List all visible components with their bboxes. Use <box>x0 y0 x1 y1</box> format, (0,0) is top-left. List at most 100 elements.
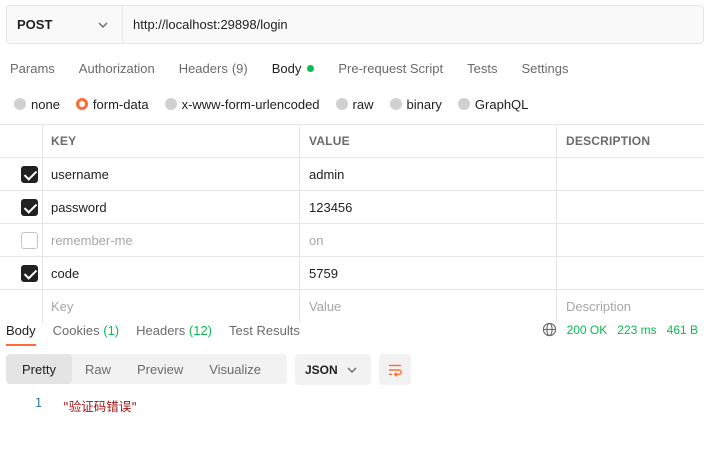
form-data-table: KEY VALUE DESCRIPTION username admin pas… <box>0 124 704 323</box>
tab-tests[interactable]: Tests <box>467 61 497 76</box>
radio-binary[interactable]: binary <box>389 96 442 112</box>
response-header: Body Cookies (1) Headers (12) Test Resul… <box>0 314 704 346</box>
view-mode-switcher: Pretty Raw Preview Visualize <box>6 354 287 384</box>
response-tabs: Body Cookies (1) Headers (12) Test Resul… <box>0 323 317 338</box>
radio-graphql-label: GraphQL <box>474 96 529 112</box>
response-tab-headers[interactable]: Headers (12) <box>136 323 212 338</box>
header-check-cell <box>0 125 43 157</box>
radio-selected-icon <box>75 98 88 110</box>
response-tab-body[interactable]: Body <box>6 323 36 338</box>
key-cell[interactable]: password <box>43 191 300 223</box>
radio-icon <box>164 98 177 110</box>
response-tab-cookies[interactable]: Cookies (1) <box>53 323 119 338</box>
wrap-lines-button[interactable] <box>379 354 411 385</box>
column-header-key: KEY <box>43 125 300 157</box>
method-select[interactable]: POST <box>7 6 123 43</box>
radio-raw[interactable]: raw <box>335 96 374 112</box>
value-cell[interactable]: on <box>300 224 557 256</box>
response-tab-cookies-count: (1) <box>103 322 120 338</box>
column-header-value: VALUE <box>300 125 557 157</box>
radio-urlencoded-label: x-www-form-urlencoded <box>181 96 320 112</box>
row-checkbox[interactable] <box>20 231 38 249</box>
active-tab-underline <box>6 344 36 346</box>
tab-tests-label: Tests <box>467 60 498 76</box>
response-tab-headers-count: (12) <box>188 322 213 338</box>
description-cell[interactable] <box>557 158 704 190</box>
response-tab-cookies-label: Cookies <box>52 322 100 338</box>
tab-body[interactable]: Body <box>272 61 315 76</box>
response-body-text[interactable]: "验证码错误" <box>63 396 137 415</box>
key-cell[interactable]: remember-me <box>43 224 300 256</box>
table-header-row: KEY VALUE DESCRIPTION <box>0 125 704 158</box>
response-time[interactable]: 223 ms <box>617 323 656 337</box>
tab-headers[interactable]: Headers (9) <box>179 61 248 76</box>
radio-icon <box>14 98 26 110</box>
url-input[interactable]: http://localhost:29898/login <box>123 6 288 43</box>
value-cell[interactable]: 123456 <box>300 191 557 223</box>
radio-icon <box>389 98 402 110</box>
tab-pre-request-script-label: Pre-request Script <box>338 60 444 76</box>
chevron-down-icon <box>98 22 108 28</box>
response-body: 1 "验证码错误" <box>0 396 704 415</box>
body-type-options: none form-data x-www-form-urlencoded raw… <box>14 94 544 114</box>
radio-graphql[interactable]: GraphQL <box>457 96 529 112</box>
radio-icon <box>335 98 348 110</box>
chevron-down-icon <box>347 367 357 373</box>
tab-settings[interactable]: Settings <box>521 61 568 76</box>
status-code[interactable]: 200 OK <box>567 323 608 337</box>
view-raw-button[interactable]: Raw <box>72 354 124 384</box>
radio-x-www-form-urlencoded[interactable]: x-www-form-urlencoded <box>164 96 320 112</box>
response-status: 200 OK 223 ms 461 B <box>542 322 698 337</box>
table-row: username admin <box>0 158 704 191</box>
globe-icon[interactable] <box>542 322 557 337</box>
tab-authorization-label: Authorization <box>78 60 155 76</box>
radio-form-data-label: form-data <box>92 96 149 112</box>
row-check-cell <box>0 257 43 289</box>
line-number: 1 <box>34 396 42 410</box>
table-row: code 5759 <box>0 257 704 290</box>
radio-none[interactable]: none <box>14 97 60 112</box>
response-tab-test-results[interactable]: Test Results <box>229 323 300 338</box>
tab-params[interactable]: Params <box>10 61 55 76</box>
tab-settings-label: Settings <box>521 60 569 76</box>
key-cell[interactable]: username <box>43 158 300 190</box>
value-cell[interactable]: admin <box>300 158 557 190</box>
tab-pre-request-script[interactable]: Pre-request Script <box>338 61 443 76</box>
table-row: remember-me on <box>0 224 704 257</box>
radio-binary-label: binary <box>406 96 442 112</box>
tab-params-label: Params <box>10 60 55 76</box>
body-indicator-dot-icon <box>307 64 315 72</box>
view-preview-button[interactable]: Preview <box>124 354 196 384</box>
table-row: password 123456 <box>0 191 704 224</box>
description-cell[interactable] <box>557 257 704 289</box>
row-checkbox[interactable] <box>20 198 38 216</box>
view-visualize-button[interactable]: Visualize <box>196 354 274 384</box>
description-cell[interactable] <box>557 191 704 223</box>
tab-headers-count: (9) <box>231 60 248 76</box>
row-check-cell <box>0 224 43 256</box>
radio-icon <box>457 98 470 110</box>
view-pretty-button[interactable]: Pretty <box>6 354 72 384</box>
tab-body-label: Body <box>271 60 302 76</box>
request-tabs: Params Authorization Headers (9) Body Pre… <box>10 52 592 84</box>
format-select[interactable]: JSON <box>295 354 371 385</box>
response-tab-headers-label: Headers <box>136 322 186 338</box>
row-check-cell <box>0 158 43 190</box>
row-check-cell <box>0 191 43 223</box>
method-label: POST <box>17 17 53 32</box>
wrap-lines-icon <box>389 364 402 377</box>
tab-authorization[interactable]: Authorization <box>79 61 155 76</box>
tab-headers-label: Headers <box>178 60 228 76</box>
column-header-description: DESCRIPTION <box>566 134 651 148</box>
description-cell[interactable] <box>557 224 704 256</box>
response-tab-body-label: Body <box>6 322 36 338</box>
format-label: JSON <box>305 362 338 377</box>
radio-form-data[interactable]: form-data <box>75 96 149 112</box>
row-checkbox[interactable] <box>20 264 38 282</box>
response-tab-test-results-label: Test Results <box>229 322 300 338</box>
key-cell[interactable]: code <box>43 257 300 289</box>
value-cell[interactable]: 5759 <box>300 257 557 289</box>
radio-raw-label: raw <box>352 96 374 112</box>
response-size[interactable]: 461 B <box>667 323 698 337</box>
row-checkbox[interactable] <box>20 165 38 183</box>
